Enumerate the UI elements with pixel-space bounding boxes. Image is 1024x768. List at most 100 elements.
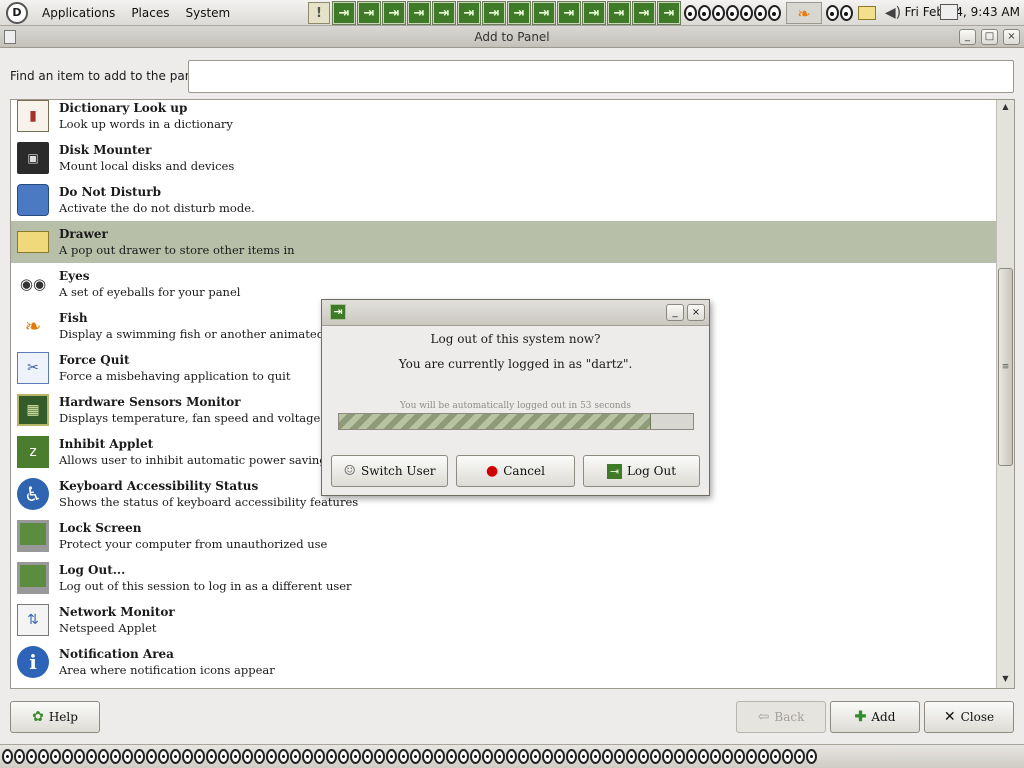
exit-launcher-icon[interactable]: ⇥ <box>482 1 506 25</box>
eyes-applet-icon[interactable] <box>674 749 685 764</box>
eyes-applet-icon[interactable] <box>398 749 409 764</box>
eyes-applet-icon[interactable] <box>242 749 253 764</box>
eyes-applet-icon[interactable] <box>326 749 337 764</box>
scrollbar-thumb[interactable]: ≡ <box>998 268 1013 466</box>
eyes-applet-icon[interactable] <box>578 749 589 764</box>
eyes-applet-icon[interactable] <box>712 5 725 21</box>
search-input[interactable] <box>188 60 1014 93</box>
eyes-applet-icon[interactable] <box>684 5 697 21</box>
list-item[interactable]: Lock Screen Protect your computer from un… <box>11 515 997 557</box>
distro-logo-icon[interactable]: D <box>6 1 28 24</box>
eyes-applet-icon[interactable] <box>230 749 241 764</box>
eyes-applet-icon[interactable] <box>302 749 313 764</box>
exit-launcher-icon[interactable]: ⇥ <box>532 1 556 25</box>
eyes-applet-icon[interactable] <box>746 749 757 764</box>
eyes-applet-icon[interactable] <box>86 749 97 764</box>
eyes-applet-icon[interactable] <box>2 749 13 764</box>
eyes-applet-icon[interactable] <box>710 749 721 764</box>
eyes-applet-icon[interactable] <box>470 749 481 764</box>
show-desktop-icon[interactable] <box>940 4 958 20</box>
eyes-applet-icon[interactable] <box>482 749 493 764</box>
eyes-applet-icon[interactable] <box>530 749 541 764</box>
eyes-applet-icon[interactable] <box>602 749 613 764</box>
eyes-applet-icon[interactable] <box>554 749 565 764</box>
eyes-applet-icon[interactable] <box>446 749 457 764</box>
eyes-applet-icon[interactable] <box>434 749 445 764</box>
eyes-applet-icon[interactable] <box>782 749 793 764</box>
eyes-applet-icon[interactable] <box>38 749 49 764</box>
eyes-applet-icon[interactable] <box>638 749 649 764</box>
eyes-applet-icon[interactable] <box>98 749 109 764</box>
eyes-applet-icon[interactable] <box>494 749 505 764</box>
eyes-applet-icon[interactable] <box>726 5 739 21</box>
eyes-applet-icon[interactable] <box>840 5 853 21</box>
eyes-applet-icon[interactable] <box>650 749 661 764</box>
eyes-applet-icon[interactable] <box>266 749 277 764</box>
eyes-applet-icon[interactable] <box>338 749 349 764</box>
eyes-applet-icon[interactable] <box>794 749 805 764</box>
dialog-titlebar[interactable]: ⇥ _ × <box>322 300 709 326</box>
list-item[interactable]: ▣ Disk Mounter Mount local disks and devic… <box>11 137 997 179</box>
system-menu[interactable]: System <box>177 6 238 20</box>
places-menu[interactable]: Places <box>123 6 177 20</box>
exit-launcher-icon[interactable]: ⇥ <box>332 1 356 25</box>
exit-launcher-icon[interactable]: ⇥ <box>557 1 581 25</box>
list-item[interactable]: i Notification Area Area where notificatio… <box>11 641 997 683</box>
log-out-button[interactable]: ⇥ Log Out <box>583 455 700 487</box>
list-item[interactable]: ▮ Dictionary Look up Look up words in a di… <box>11 100 997 137</box>
exit-launcher-icon[interactable]: ⇥ <box>607 1 631 25</box>
eyes-applet-icon[interactable] <box>770 749 781 764</box>
eyes-applet-icon[interactable] <box>386 749 397 764</box>
eyes-applet-icon[interactable] <box>826 5 839 21</box>
dialog-close-button[interactable]: × <box>687 304 705 321</box>
eyes-applet-icon[interactable] <box>740 5 753 21</box>
eyes-applet-icon[interactable] <box>218 749 229 764</box>
eyes-applet-icon[interactable] <box>362 749 373 764</box>
eyes-applet-icon[interactable] <box>350 749 361 764</box>
eyes-applet-icon[interactable] <box>590 749 601 764</box>
exit-launcher-icon[interactable]: ⇥ <box>507 1 531 25</box>
eyes-applet-icon[interactable] <box>698 749 709 764</box>
dialog-minimize-button[interactable]: _ <box>666 304 684 321</box>
eyes-applet-icon[interactable] <box>14 749 25 764</box>
add-button[interactable]: ✚ Add <box>830 701 920 733</box>
monitor-warning-icon[interactable]: ! <box>308 2 330 24</box>
eyes-applet-icon[interactable] <box>506 749 517 764</box>
close-button[interactable]: ✕ Close <box>924 701 1014 733</box>
eyes-applet-icon[interactable] <box>422 749 433 764</box>
eyes-applet-icon[interactable] <box>458 749 469 764</box>
back-button[interactable]: ⇦ Back <box>736 701 826 733</box>
exit-launcher-icon[interactable]: ⇥ <box>582 1 606 25</box>
exit-launcher-icon[interactable]: ⇥ <box>407 1 431 25</box>
eyes-applet-icon[interactable] <box>206 749 217 764</box>
close-window-button[interactable]: × <box>1003 29 1020 45</box>
list-item[interactable]: Do Not Disturb Activate the do not distur… <box>11 179 997 221</box>
eyes-applet-icon[interactable] <box>314 749 325 764</box>
eyes-applet-icon[interactable] <box>768 5 781 21</box>
eyes-applet-icon[interactable] <box>122 749 133 764</box>
eyes-applet-icon[interactable] <box>662 749 673 764</box>
eyes-applet-icon[interactable] <box>374 749 385 764</box>
scroll-up-arrow-icon[interactable]: ▲ <box>999 102 1012 114</box>
scroll-down-arrow-icon[interactable]: ▼ <box>999 674 1012 686</box>
list-item[interactable]: Log Out... Log out of this session to log… <box>11 557 997 599</box>
eyes-applet-icon[interactable] <box>50 749 61 764</box>
eyes-applet-icon[interactable] <box>734 749 745 764</box>
eyes-applet-icon[interactable] <box>62 749 73 764</box>
exit-launcher-icon[interactable]: ⇥ <box>432 1 456 25</box>
eyes-applet-icon[interactable] <box>518 749 529 764</box>
applications-menu[interactable]: Applications <box>34 6 123 20</box>
eyes-applet-icon[interactable] <box>254 749 265 764</box>
eyes-applet-icon[interactable] <box>278 749 289 764</box>
switch-user-button[interactable]: ☺ Switch User <box>331 455 448 487</box>
eyes-applet-icon[interactable] <box>290 749 301 764</box>
exit-launcher-icon[interactable]: ⇥ <box>357 1 381 25</box>
eyes-applet-icon[interactable] <box>806 749 817 764</box>
maximize-button[interactable]: □ <box>981 29 998 45</box>
minimize-button[interactable]: _ <box>959 29 976 45</box>
eyes-applet-icon[interactable] <box>698 5 711 21</box>
drawer-applet-icon[interactable] <box>858 6 876 20</box>
exit-launcher-icon[interactable]: ⇥ <box>657 1 681 25</box>
list-item[interactable]: ⇅ Network Monitor Netspeed Applet <box>11 599 997 641</box>
eyes-applet-icon[interactable] <box>626 749 637 764</box>
